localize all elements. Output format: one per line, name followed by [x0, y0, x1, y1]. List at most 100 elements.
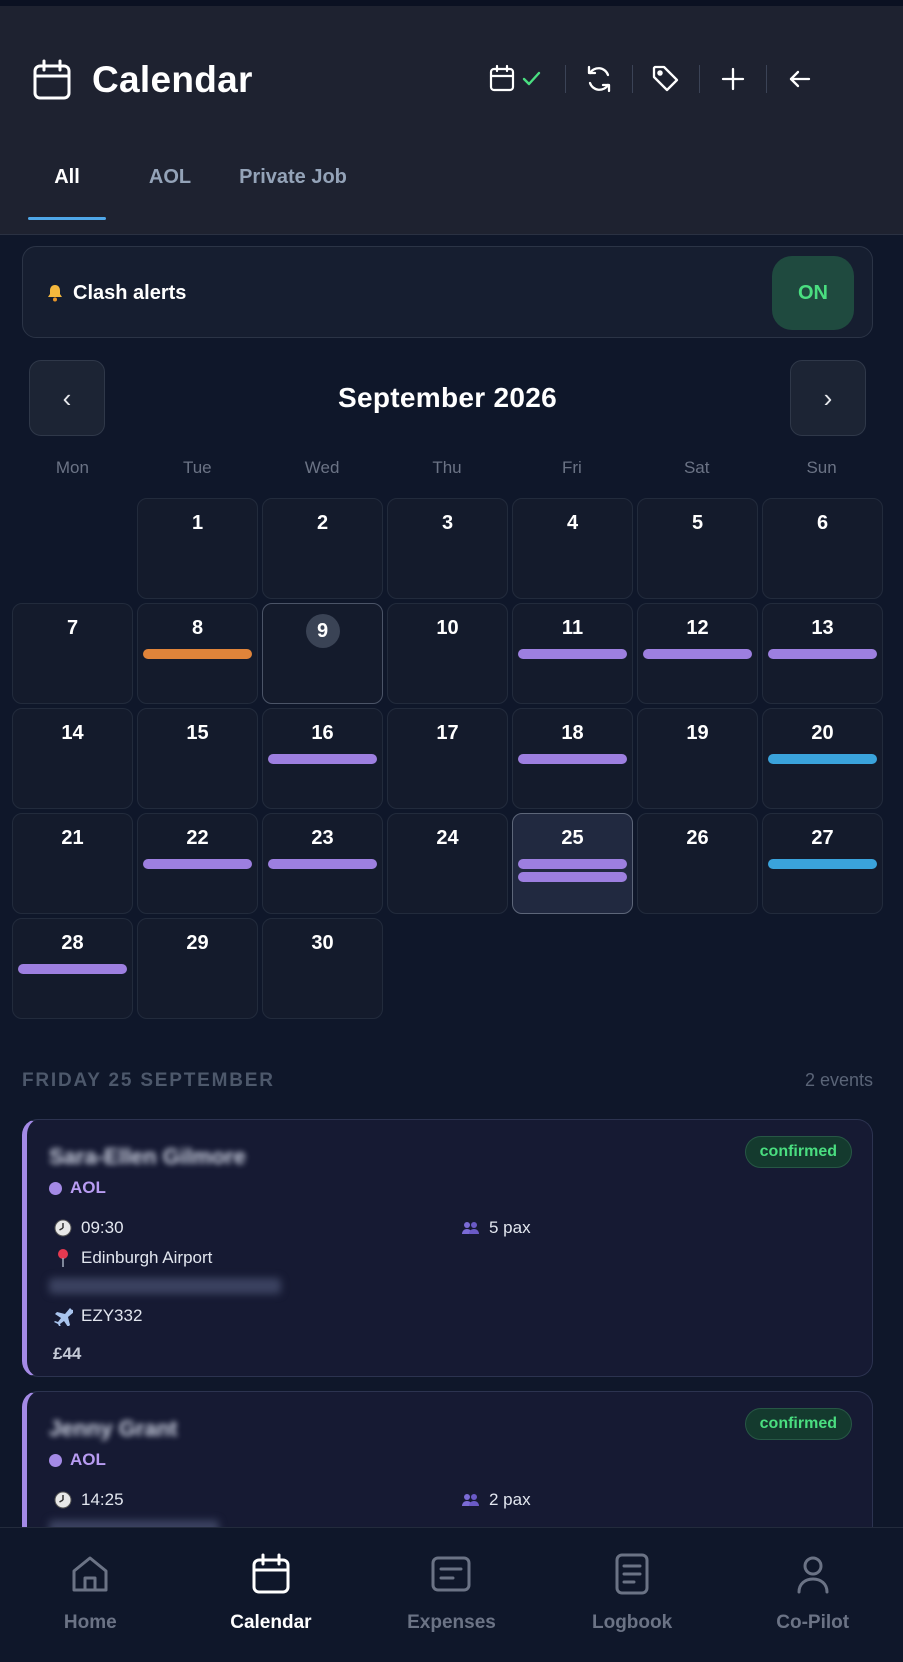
add-button[interactable] — [700, 61, 766, 97]
nav-logbook[interactable]: Logbook — [542, 1528, 723, 1662]
day-number: 21 — [61, 827, 84, 849]
day-number: 13 — [811, 617, 834, 639]
people-icon — [461, 1490, 481, 1510]
event-count: 2 events — [804, 1070, 873, 1090]
day-cell-6[interactable]: 6 — [762, 498, 883, 599]
event-bar — [518, 754, 627, 764]
event-pax-row: 2 pax — [461, 1490, 531, 1510]
category-tabs: All AOL Private Job — [28, 134, 352, 220]
day-cell-19[interactable]: 19 — [637, 708, 758, 809]
day-cell-23[interactable]: 23 — [262, 813, 383, 914]
day-number: 10 — [436, 617, 459, 639]
nav-home[interactable]: Home — [0, 1528, 181, 1662]
event-location: Edinburgh Airport — [81, 1248, 213, 1267]
day-cell-11[interactable]: 11 — [512, 603, 633, 704]
event-time-row: 14:25 — [53, 1490, 124, 1510]
day-number: 1 — [191, 512, 204, 534]
day-cell-12[interactable]: 12 — [637, 603, 758, 704]
previous-month-button[interactable]: ‹ — [29, 360, 105, 436]
nav-label: Logbook — [591, 1612, 673, 1633]
day-number: 8 — [191, 617, 204, 639]
day-number: 27 — [811, 827, 834, 849]
event-flight-row: EZY332 — [53, 1306, 142, 1326]
day-number: 29 — [186, 932, 209, 954]
event-indicators — [143, 649, 252, 659]
day-cell-20[interactable]: 20 — [762, 708, 883, 809]
tab-private-job[interactable]: Private Job — [234, 134, 352, 220]
category-dot — [49, 1453, 62, 1467]
day-cell-26[interactable]: 26 — [637, 813, 758, 914]
day-number: 14 — [61, 722, 84, 744]
calendar-icon — [30, 58, 74, 102]
event-location-row: Edinburgh Airport — [53, 1248, 212, 1268]
day-cell-14[interactable]: 14 — [12, 708, 133, 809]
day-cell-29[interactable]: 29 — [137, 918, 258, 1019]
day-cell-18[interactable]: 18 — [512, 708, 633, 809]
day-cell-1[interactable]: 1 — [137, 498, 258, 599]
document-icon — [610, 1552, 654, 1596]
day-number: 16 — [311, 722, 334, 744]
nav-co-pilot[interactable]: Co-Pilot — [722, 1528, 903, 1662]
day-cell-13[interactable]: 13 — [762, 603, 883, 704]
back-button[interactable] — [767, 61, 833, 97]
weekday-label: Fri — [561, 458, 582, 477]
day-cell-4[interactable]: 4 — [512, 498, 633, 599]
pin-icon — [53, 1248, 73, 1268]
day-cell-8[interactable]: 8 — [137, 603, 258, 704]
nav-calendar[interactable]: Calendar — [181, 1528, 362, 1662]
nav-label: Co-Pilot — [776, 1612, 850, 1633]
status-badge: confirmed — [744, 1408, 852, 1440]
day-cell-15[interactable]: 15 — [137, 708, 258, 809]
day-cell-3[interactable]: 3 — [387, 498, 508, 599]
weekday-label: Thu — [432, 458, 462, 477]
nav-label: Expenses — [407, 1612, 496, 1633]
event-bar — [518, 859, 627, 869]
day-detail-header: FRIDAY 25 SEPTEMBER 2 events — [22, 1066, 873, 1096]
day-number: 9 — [305, 614, 340, 648]
status-badge: confirmed — [744, 1136, 852, 1168]
day-cell-5[interactable]: 5 — [637, 498, 758, 599]
calendar-check-icon — [487, 64, 547, 94]
day-cell-25[interactable]: 25 — [512, 813, 633, 914]
day-cell-27[interactable]: 27 — [762, 813, 883, 914]
day-number: 23 — [311, 827, 334, 849]
day-cell-7[interactable]: 7 — [12, 603, 133, 704]
arrow-left-icon — [785, 64, 815, 94]
day-cell-28[interactable]: 28 — [12, 918, 133, 1019]
weekday-label: Wed — [304, 458, 340, 477]
day-cell-22[interactable]: 22 — [137, 813, 258, 914]
day-cell-30[interactable]: 30 — [262, 918, 383, 1019]
day-number: 6 — [816, 512, 829, 534]
calendar-sync-button[interactable] — [469, 61, 565, 97]
clash-alerts-toggle[interactable]: ON — [772, 256, 854, 330]
user-icon — [791, 1552, 835, 1596]
weekday-label: Mon — [55, 458, 89, 477]
next-month-button[interactable]: › — [790, 360, 866, 436]
day-cell-24[interactable]: 24 — [387, 813, 508, 914]
nav-expenses[interactable]: Expenses — [361, 1528, 542, 1662]
tab-all[interactable]: All — [28, 134, 106, 220]
day-cell-16[interactable]: 16 — [262, 708, 383, 809]
title-row: Calendar — [30, 54, 253, 106]
calendar-grid: 1 2 3 4 5 6 7 8 9 10 11 12 13 14 15 16 17 18 19 20 21 22 23 24 2… — [12, 498, 883, 1019]
month-navigation: ‹ September 2026 › — [29, 360, 866, 436]
event-bar — [18, 964, 127, 974]
day-cell-2[interactable]: 2 — [262, 498, 383, 599]
day-number: 22 — [186, 827, 209, 849]
day-cell-10[interactable]: 10 — [387, 603, 508, 704]
refresh-button[interactable] — [566, 61, 632, 97]
day-number: 12 — [686, 617, 709, 639]
tags-button[interactable] — [633, 61, 699, 97]
day-cell-21[interactable]: 21 — [12, 813, 133, 914]
event-price: £44 — [53, 1344, 82, 1363]
people-icon — [461, 1218, 481, 1238]
day-cell-9[interactable]: 9 — [262, 603, 383, 704]
event-card[interactable]: Sara-Ellen Gilmore confirmed AOL 09:30 5… — [22, 1119, 873, 1377]
nav-label: Home — [63, 1612, 117, 1633]
tab-aol[interactable]: AOL — [106, 134, 234, 220]
day-cell-17[interactable]: 17 — [387, 708, 508, 809]
event-pax: 2 pax — [489, 1490, 531, 1509]
event-bar — [268, 859, 377, 869]
event-bar — [143, 649, 252, 659]
page-title: Calendar — [92, 59, 253, 100]
